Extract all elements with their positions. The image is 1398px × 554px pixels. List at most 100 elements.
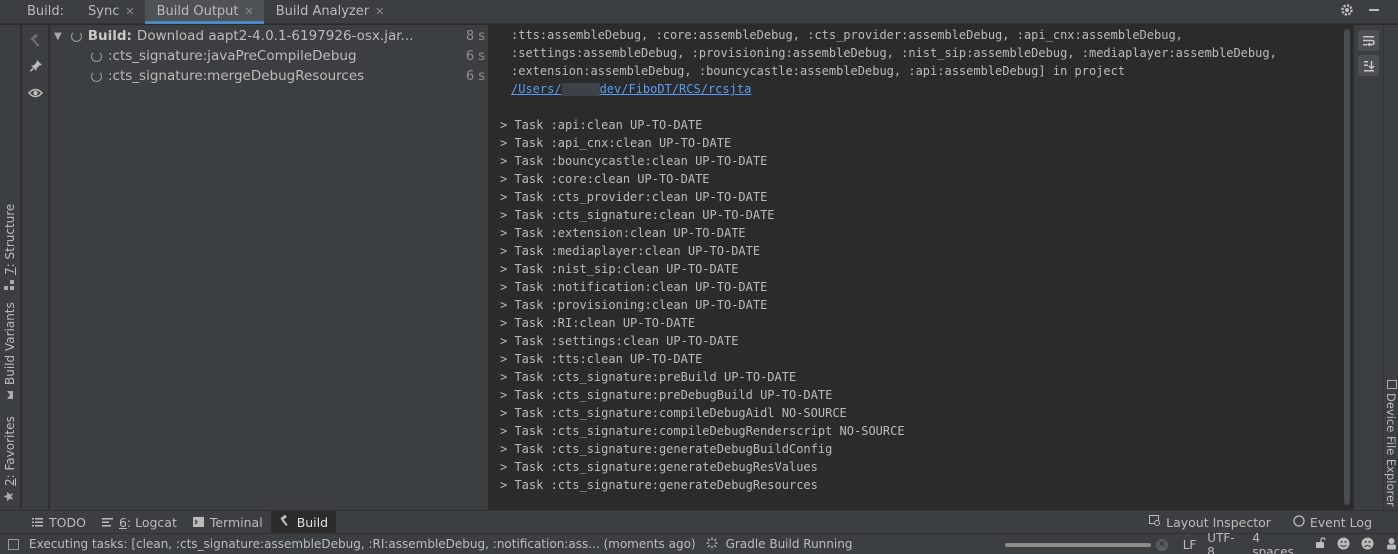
event-log-tab[interactable]: Event Log <box>1293 515 1372 530</box>
console-task-line: > Task :extension:clean UP-TO-DATE <box>500 226 746 240</box>
device-icon <box>1384 380 1398 389</box>
bottom-tool-bar: TODO 6: Logcat Terminal Build Layout Ins… <box>0 510 1398 534</box>
structure-icon <box>3 280 17 290</box>
console-task-line: > Task :cts_signature:compileDebugAidl N… <box>500 406 847 420</box>
layout-inspector-icon <box>1149 514 1161 530</box>
console-line: :tts:assembleDebug, :core:assembleDebug,… <box>511 28 1183 42</box>
console-task-line: > Task :core:clean UP-TO-DATE <box>500 172 710 186</box>
redacted-username <box>561 83 600 96</box>
tree-row[interactable]: :cts_signature:javaPreCompileDebug 6 s <box>91 46 485 66</box>
console-task-line: > Task :api_cnx:clean UP-TO-DATE <box>500 136 732 150</box>
pin-icon[interactable] <box>27 57 44 74</box>
console-task-line: > Task :mediaplayer:clean UP-TO-DATE <box>500 244 761 258</box>
tree-row-label: :cts_signature:mergeDebugResources <box>108 68 365 84</box>
terminal-icon <box>192 515 204 530</box>
console-task-line: > Task :RI:clean UP-TO-DATE <box>500 316 696 330</box>
status-bar: Executing tasks: [clean, :cts_signature:… <box>0 531 1398 554</box>
device-file-explorer-tab[interactable]: Device File Explorer <box>1384 380 1398 507</box>
logcat-tab[interactable]: 6: Logcat <box>94 511 185 534</box>
console-scrollbar[interactable] <box>1341 25 1353 510</box>
console-side-toolbar <box>1353 25 1383 510</box>
close-icon[interactable]: ✕ <box>375 5 384 18</box>
soft-wrap-icon[interactable] <box>1358 30 1379 51</box>
favorites-tab[interactable]: 2: Favorites <box>3 416 17 502</box>
build-tool-window-header: Build: Sync ✕ Build Output ✕ Build Analy… <box>0 0 1398 24</box>
build-variants-icon <box>3 390 17 400</box>
build-progress-bar <box>1005 543 1151 547</box>
expand-triangle-icon[interactable]: ▼ <box>54 31 62 42</box>
progress-fill <box>1005 543 1151 547</box>
console-task-line: > Task :bouncycastle:clean UP-TO-DATE <box>500 154 768 168</box>
tree-root-duration: 8 s <box>465 28 485 44</box>
left-tool-stripe: 7: Structure Build Variants 2: Favorites <box>0 25 21 510</box>
scroll-to-end-icon[interactable] <box>1358 55 1379 76</box>
right-tool-stripe: Device File Explorer <box>1383 25 1398 510</box>
console-task-line: > Task :cts_signature:clean UP-TO-DATE <box>500 208 775 222</box>
tree-row[interactable]: :cts_signature:mergeDebugResources 6 s <box>91 66 485 86</box>
console-task-line: > Task :settings:clean UP-TO-DATE <box>500 334 739 348</box>
console-task-line: > Task :provisioning:clean UP-TO-DATE <box>500 298 768 312</box>
build-console-output[interactable]: :tts:assembleDebug, :core:assembleDebug,… <box>490 25 1340 510</box>
project-path-link[interactable]: /Users/dev/FiboDT/RCS/rcsjta <box>511 80 751 98</box>
tab-build-output[interactable]: Build Output ✕ <box>144 0 264 24</box>
frown-icon[interactable] <box>1361 537 1374 553</box>
console-task-line: > Task :cts_signature:generateDebugResVa… <box>500 460 818 474</box>
close-icon[interactable]: ✕ <box>125 5 134 18</box>
gradle-status[interactable]: Gradle Build Running <box>726 537 853 551</box>
console-task-line: > Task :cts_signature:compileDebugRender… <box>500 424 905 438</box>
console-task-line: > Task :cts_provider:clean UP-TO-DATE <box>500 190 768 204</box>
status-right: ✕ LF UTF-8 4 spaces <box>1156 531 1398 554</box>
console-task-line: > Task :api:clean UP-TO-DATE <box>500 118 703 132</box>
gear-icon[interactable] <box>1340 3 1354 21</box>
tab-build-analyzer-label: Build Analyzer <box>275 4 370 19</box>
scrollbar-thumb[interactable] <box>1344 29 1350 505</box>
terminal-tab[interactable]: Terminal <box>185 511 271 534</box>
tab-sync[interactable]: Sync ✕ <box>76 0 145 24</box>
bottom-right-tabs: Layout Inspector Event Log <box>1149 514 1398 530</box>
toggle-tool-windows-icon[interactable] <box>8 538 19 550</box>
tab-sync-label: Sync <box>88 4 120 19</box>
line-separator[interactable]: LF <box>1183 538 1197 552</box>
eye-icon[interactable] <box>27 84 44 101</box>
speech-bubble-icon <box>1293 514 1305 530</box>
status-message[interactable]: Executing tasks: [clean, :cts_signature:… <box>29 537 696 551</box>
gradle-spinner-icon <box>706 537 718 552</box>
console-task-line: > Task :cts_signature:generateDebugBuild… <box>500 442 833 456</box>
tab-build-output-label: Build Output <box>156 4 239 19</box>
tab-build-analyzer[interactable]: Build Analyzer ✕ <box>264 0 395 24</box>
build-toolbar <box>22 25 49 510</box>
console-task-line: > Task :tts:clean UP-TO-DATE <box>500 352 703 366</box>
cancel-process-icon[interactable]: ✕ <box>1156 538 1168 551</box>
spinner-icon <box>91 70 102 82</box>
console-task-line: > Task :notification:clean UP-TO-DATE <box>500 280 768 294</box>
tree-root-row[interactable]: ▼ Build: Download aapt2-4.0.1-6197926-os… <box>54 26 485 46</box>
hammer-icon <box>279 514 291 530</box>
build-tab[interactable]: Build <box>270 510 337 534</box>
inspector-icon[interactable] <box>1385 537 1398 553</box>
console-line: :extension:assembleDebug, :bouncycastle:… <box>511 64 1126 78</box>
close-icon[interactable]: ✕ <box>245 5 254 18</box>
tree-root-prefix: Build: <box>87 28 132 44</box>
console-task-line: > Task :cts_signature:preDebugBuild UP-T… <box>500 388 833 402</box>
console-task-line: > Task :nist_sip:clean UP-TO-DATE <box>500 262 739 276</box>
tree-root-label: Download aapt2-4.0.1-6197926-osx.jar... <box>136 28 414 44</box>
tree-row-duration: 6 s <box>465 48 485 64</box>
minimize-icon[interactable] <box>1368 4 1380 20</box>
smiley-icon[interactable] <box>1337 537 1350 553</box>
hammer-icon[interactable] <box>27 32 44 49</box>
star-icon <box>3 491 17 502</box>
console-task-line: > Task :cts_signature:generateDebugResou… <box>500 478 818 492</box>
indent-setting[interactable]: 4 spaces <box>1252 531 1304 554</box>
spinner-icon <box>91 50 102 62</box>
build-tree: ▼ Build: Download aapt2-4.0.1-6197926-os… <box>50 25 489 510</box>
console-line: :settings:assembleDebug, :provisioning:a… <box>511 46 1277 60</box>
console-task-line: > Task :cts_signature:preBuild UP-TO-DAT… <box>500 370 797 384</box>
unlock-icon[interactable] <box>1315 537 1326 552</box>
structure-tab[interactable]: 7: Structure <box>3 204 17 290</box>
build-variants-tab[interactable]: Build Variants <box>3 302 17 400</box>
todo-tab[interactable]: TODO <box>24 511 94 534</box>
spinner-icon <box>70 30 82 42</box>
file-encoding[interactable]: UTF-8 <box>1207 531 1241 554</box>
layout-inspector-tab[interactable]: Layout Inspector <box>1149 514 1271 530</box>
header-actions <box>1340 3 1398 21</box>
